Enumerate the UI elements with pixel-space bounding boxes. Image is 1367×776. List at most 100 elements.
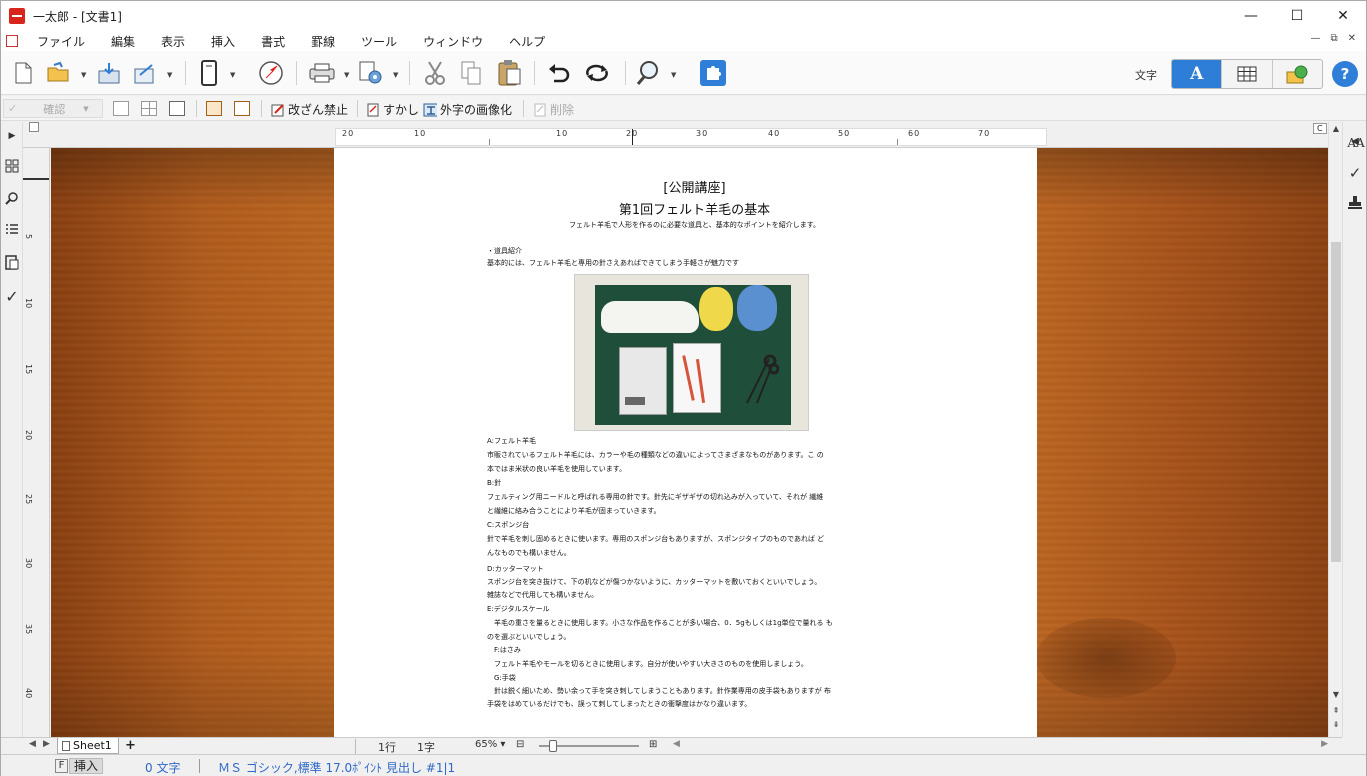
vertical-scrollbar[interactable]: ▲ ▼ ⇞ ⇟ bbox=[1328, 122, 1342, 737]
maximize-button[interactable]: ☐ bbox=[1274, 1, 1320, 31]
menu-help[interactable]: ヘルプ bbox=[496, 33, 558, 50]
doc-line[interactable]: スポンジ台を突き抜けて、下の机などが傷つかないように、カッターマットを敷いておく… bbox=[487, 577, 902, 587]
frame-single-icon[interactable] bbox=[113, 101, 129, 116]
settings-button[interactable] bbox=[357, 59, 385, 87]
spellcheck-icon[interactable]: ✓ bbox=[1346, 164, 1364, 182]
font-size-icon[interactable]: AA bbox=[1347, 134, 1365, 152]
function-key-indicator[interactable]: F bbox=[55, 759, 68, 773]
tamper-protection-button[interactable]: 改ざん禁止 bbox=[271, 101, 348, 118]
doc-subtitle[interactable]: フェルト羊毛で人形を作るのに必要な道具と、基本的なポイントを紹介します。 bbox=[487, 220, 902, 230]
print-button[interactable] bbox=[307, 59, 335, 87]
zoom-dropdown[interactable]: 65% ▾ bbox=[475, 739, 505, 750]
export-dropdown-icon[interactable]: ▼ bbox=[167, 71, 172, 79]
frame-grid-icon[interactable] bbox=[141, 101, 157, 116]
menu-format[interactable]: 書式 bbox=[248, 33, 298, 50]
drawing-mode-button[interactable] bbox=[1273, 60, 1322, 88]
doc-line[interactable]: G:手袋 bbox=[487, 673, 902, 683]
doc-line[interactable]: D:カッターマット bbox=[487, 564, 902, 574]
scroll-down-icon[interactable]: ▼ bbox=[1329, 690, 1343, 699]
device-button[interactable] bbox=[195, 59, 223, 87]
doc-line[interactable]: んなものでも構いません。 bbox=[487, 548, 902, 558]
horizontal-scrollbar[interactable]: ◀ ▶ bbox=[673, 739, 1328, 753]
copy-button[interactable] bbox=[457, 59, 485, 87]
addon-button[interactable] bbox=[699, 59, 727, 87]
sheet-prev-icon[interactable]: ◀ bbox=[29, 739, 36, 749]
doc-line[interactable]: B:針 bbox=[487, 478, 902, 488]
text-mode-button[interactable]: A bbox=[1172, 60, 1223, 88]
menu-file[interactable]: ファイル bbox=[24, 33, 98, 50]
sheet-tab[interactable]: Sheet1 bbox=[57, 738, 119, 754]
open-dropdown-icon[interactable]: ▼ bbox=[81, 71, 86, 79]
doc-line[interactable]: 市販されているフェルト羊毛には、カラーや毛の種類などの違いによってさまざまなもの… bbox=[487, 450, 902, 460]
redo-button[interactable] bbox=[583, 59, 611, 87]
menu-view[interactable]: 表示 bbox=[148, 33, 198, 50]
presentation-icon[interactable] bbox=[169, 101, 185, 116]
new-document-button[interactable] bbox=[9, 59, 37, 87]
scroll-up-icon[interactable]: ▲ bbox=[1329, 124, 1343, 133]
outline-list-icon[interactable] bbox=[4, 222, 20, 238]
stamp-icon[interactable] bbox=[1346, 194, 1364, 212]
save-button[interactable] bbox=[95, 59, 123, 87]
doc-line[interactable]: 本ではま米状の良い羊毛を使用しています。 bbox=[487, 464, 902, 474]
gaiji-image-button[interactable]: 外字の画像化 bbox=[423, 101, 512, 118]
page-outline-icon[interactable] bbox=[234, 101, 250, 116]
search-dropdown-icon[interactable]: ▼ bbox=[671, 71, 676, 79]
help-button[interactable]: ? bbox=[1332, 61, 1358, 87]
sheet-next-icon[interactable]: ▶ bbox=[43, 739, 50, 749]
confirm-dropdown[interactable]: ✓ 確認 ▼ bbox=[3, 99, 103, 118]
left-indent-marker[interactable] bbox=[489, 139, 490, 145]
doc-minimize-button[interactable]: — bbox=[1310, 33, 1320, 44]
search-icon[interactable] bbox=[4, 190, 20, 206]
page-down-icon[interactable]: ⇟ bbox=[1329, 720, 1343, 729]
doc-line[interactable]: 雑誌などで代用しても構いません。 bbox=[487, 590, 902, 600]
menu-ruled-lines[interactable]: 罫線 bbox=[298, 33, 348, 50]
clipboard-icon[interactable] bbox=[4, 254, 20, 270]
doc-line[interactable]: C:スポンジ台 bbox=[487, 520, 902, 530]
navigator-button[interactable] bbox=[257, 59, 285, 87]
table-mode-button[interactable] bbox=[1222, 60, 1273, 88]
page-up-icon[interactable]: ⇞ bbox=[1329, 706, 1343, 715]
doc-line[interactable]: F:はさみ bbox=[487, 645, 902, 655]
zoom-out-button[interactable]: ⊟ bbox=[516, 739, 524, 750]
close-button[interactable]: ✕ bbox=[1320, 1, 1366, 31]
expand-arrow-icon[interactable]: ▶ bbox=[4, 128, 20, 144]
zoom-in-button[interactable]: ⊞ bbox=[649, 739, 657, 750]
zoom-slider-knob[interactable] bbox=[549, 740, 557, 752]
doc-line[interactable]: A:フェルト羊毛 bbox=[487, 436, 902, 446]
document-page[interactable]: [公開講座] 第1回フェルト羊毛の基本 フェルト羊毛で人形を作るのに必要な道具と… bbox=[334, 148, 1037, 737]
watermark-button[interactable]: すかし bbox=[366, 101, 419, 118]
settings-dropdown-icon[interactable]: ▼ bbox=[393, 71, 398, 79]
scrollbar-thumb[interactable] bbox=[1331, 242, 1341, 562]
doc-line[interactable]: ・道具紹介 bbox=[487, 246, 902, 256]
doc-heading-1[interactable]: [公開講座] bbox=[487, 177, 902, 196]
doc-line[interactable]: 羊毛の重さを量るときに使用します。小さな作品を作ることが多い場合、0．5gもしく… bbox=[487, 618, 902, 628]
menu-window[interactable]: ウィンドウ bbox=[410, 33, 496, 50]
font-info[interactable]: ＭＳ ゴシック,標準 17.0ﾎﾟｲﾝﾄ 見出し #1|1 bbox=[218, 759, 455, 776]
open-button[interactable] bbox=[45, 59, 73, 87]
doc-line[interactable]: と繊維に絡み合うことにより羊毛が固まっていきます。 bbox=[487, 506, 902, 516]
tools-photo[interactable] bbox=[574, 274, 809, 431]
proofread-check-icon[interactable]: ✓ bbox=[4, 287, 20, 306]
doc-line[interactable]: のを選ぶといいでしょう。 bbox=[487, 632, 902, 642]
doc-line[interactable]: 針で羊毛を刺し固めるときに使います。専用のスポンジ台もありますが、スポンジタイプ… bbox=[487, 534, 902, 544]
search-button[interactable] bbox=[635, 59, 663, 87]
minimize-button[interactable]: — bbox=[1228, 1, 1274, 31]
paste-button[interactable] bbox=[495, 59, 523, 87]
print-dropdown-icon[interactable]: ▼ bbox=[344, 71, 349, 79]
right-indent-marker[interactable] bbox=[897, 139, 898, 145]
scroll-right-icon[interactable]: ▶ bbox=[1321, 739, 1328, 749]
menu-insert[interactable]: 挿入 bbox=[198, 33, 248, 50]
menu-edit[interactable]: 編集 bbox=[98, 33, 148, 50]
document-menu-icon[interactable] bbox=[6, 35, 18, 47]
thumbnail-grid-icon[interactable] bbox=[4, 158, 20, 174]
doc-line[interactable]: フェルト羊毛やモールを切るときに使用します。自分が使いやすい大きさのものを使用し… bbox=[487, 659, 902, 669]
export-button[interactable] bbox=[131, 59, 159, 87]
input-mode-indicator[interactable]: 挿入 bbox=[69, 758, 103, 774]
device-dropdown-icon[interactable]: ▼ bbox=[230, 71, 235, 79]
doc-close-button[interactable]: ✕ bbox=[1348, 33, 1356, 44]
page-orange-icon[interactable] bbox=[206, 101, 222, 116]
menu-tools[interactable]: ツール bbox=[348, 33, 410, 50]
doc-line[interactable]: E:デジタルスケール bbox=[487, 604, 902, 614]
add-sheet-button[interactable]: + bbox=[125, 738, 136, 753]
scroll-left-icon[interactable]: ◀ bbox=[673, 739, 680, 749]
